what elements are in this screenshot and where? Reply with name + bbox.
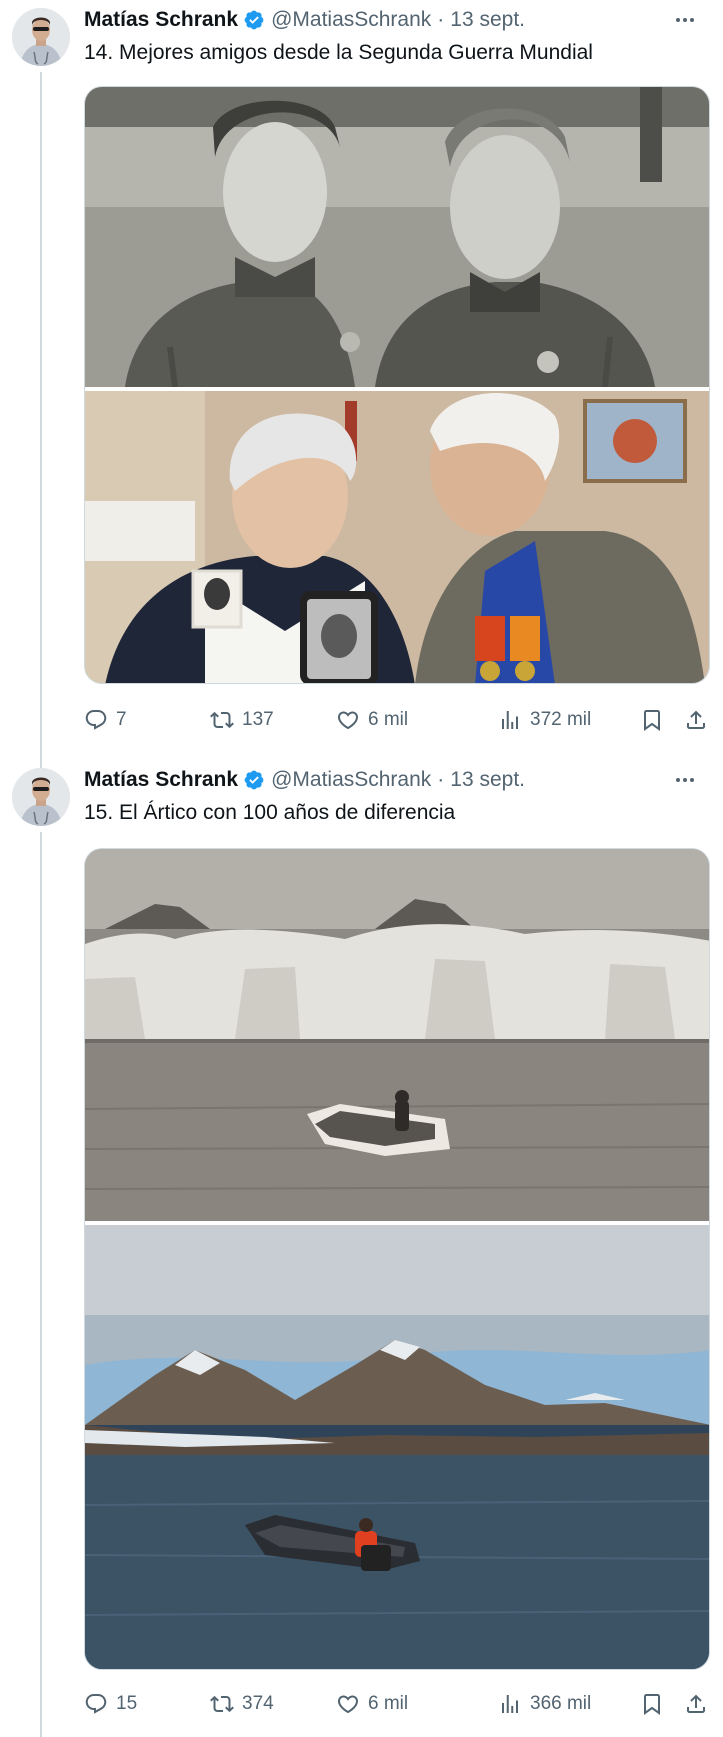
share-button[interactable] xyxy=(684,1688,708,1720)
tweet-header: Matías Schrank @MatiasSchrank · 13 sept. xyxy=(84,7,709,33)
photo-wwii-soldiers[interactable] xyxy=(85,87,709,387)
tweet-actions: 15 374 6 mil 366 mil xyxy=(84,1688,710,1720)
reply-count: 7 xyxy=(116,709,127,730)
author-name[interactable]: Matías Schrank xyxy=(84,768,238,792)
like-icon xyxy=(337,711,359,730)
verified-badge-icon xyxy=(243,9,265,31)
share-icon xyxy=(687,1694,705,1713)
tweet-media[interactable] xyxy=(84,848,710,1670)
views-icon xyxy=(502,711,518,729)
avatar[interactable] xyxy=(12,8,70,66)
bookmark-button[interactable] xyxy=(640,704,664,736)
author-handle[interactable]: @MatiasSchrank xyxy=(271,8,431,32)
photo-elderly-friends[interactable] xyxy=(85,391,709,683)
photo-glacier-old[interactable] xyxy=(85,849,709,1221)
like-count: 6 mil xyxy=(368,709,409,730)
tweet[interactable]: Matías Schrank @MatiasSchrank · 13 sept.… xyxy=(0,0,723,768)
views-count: 366 mil xyxy=(530,1693,592,1714)
reply-button[interactable]: 15 xyxy=(84,1688,137,1720)
retweet-button[interactable]: 374 xyxy=(210,1688,274,1720)
retweet-icon xyxy=(210,1695,234,1713)
more-icon[interactable] xyxy=(669,767,701,793)
like-button[interactable]: 6 mil xyxy=(336,1688,408,1720)
avatar[interactable] xyxy=(12,768,70,826)
views-button[interactable]: 372 mil xyxy=(498,704,591,736)
reply-count: 15 xyxy=(116,1693,138,1714)
retweet-count: 137 xyxy=(242,709,274,730)
reply-icon xyxy=(85,1694,107,1714)
timestamp[interactable]: 13 sept. xyxy=(450,768,525,792)
author-name[interactable]: Matías Schrank xyxy=(84,8,238,32)
like-icon xyxy=(337,1695,359,1714)
like-count: 6 mil xyxy=(368,1693,409,1714)
tweet-actions: 7 137 6 mil 372 mil xyxy=(84,704,710,736)
tweet-media[interactable] xyxy=(84,86,710,684)
views-button[interactable]: 366 mil xyxy=(498,1688,591,1720)
share-button[interactable] xyxy=(684,704,708,736)
author-handle[interactable]: @MatiasSchrank xyxy=(271,768,431,792)
timestamp[interactable]: 13 sept. xyxy=(450,8,525,32)
retweet-count: 374 xyxy=(242,1693,274,1714)
tweet-text: 14. Mejores amigos desde la Segunda Guer… xyxy=(84,41,593,64)
verified-badge-icon xyxy=(243,769,265,791)
tweet-text: 15. El Ártico con 100 años de diferencia xyxy=(84,801,456,824)
separator: · xyxy=(437,768,445,791)
more-icon[interactable] xyxy=(669,7,701,33)
retweet-icon xyxy=(210,711,234,729)
like-button[interactable]: 6 mil xyxy=(336,704,408,736)
separator: · xyxy=(437,8,445,31)
reply-button[interactable]: 7 xyxy=(84,704,127,736)
views-count: 372 mil xyxy=(530,709,592,730)
share-icon xyxy=(687,710,705,729)
tweet[interactable]: Matías Schrank @MatiasSchrank · 13 sept.… xyxy=(0,760,723,1737)
bookmark-icon xyxy=(644,1694,660,1715)
views-icon xyxy=(502,1695,518,1713)
tweet-header: Matías Schrank @MatiasSchrank · 13 sept. xyxy=(84,767,709,793)
bookmark-icon xyxy=(644,710,660,731)
retweet-button[interactable]: 137 xyxy=(210,704,274,736)
reply-icon xyxy=(85,710,107,730)
photo-arctic-modern[interactable] xyxy=(85,1225,709,1669)
bookmark-button[interactable] xyxy=(640,1688,664,1720)
